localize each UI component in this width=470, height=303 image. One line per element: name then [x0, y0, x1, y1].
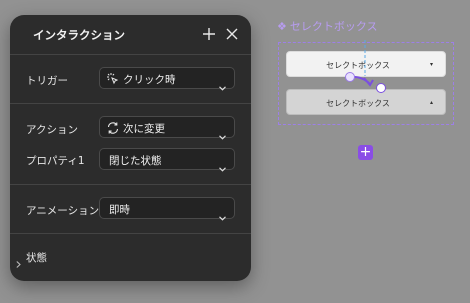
action-label: アクション: [26, 124, 78, 136]
chevron-down-icon: [219, 157, 226, 172]
state-section-toggle[interactable]: 状態: [10, 245, 251, 269]
property-select[interactable]: 閉じた状態: [99, 148, 235, 172]
prototype-connection: [349, 40, 374, 87]
divider: [10, 184, 251, 185]
chevron-down-icon: [219, 125, 226, 140]
divider: [10, 233, 251, 234]
action-select[interactable]: 次に変更: [99, 116, 235, 140]
animation-value: 即時: [109, 204, 130, 216]
component-set-icon: ❖: [277, 20, 287, 33]
close-icon[interactable]: [224, 26, 240, 42]
chevron-down-icon: [219, 76, 226, 91]
action-value: 次に変更: [123, 123, 165, 135]
add-variant-button[interactable]: +: [358, 145, 373, 160]
caret-down-icon: ▾: [429, 61, 433, 68]
state-label: 状態: [26, 252, 47, 264]
trigger-value: クリック時: [123, 74, 176, 86]
connection-start-handle[interactable]: [345, 72, 355, 82]
animation-label: アニメーション: [26, 205, 100, 217]
trigger-select[interactable]: クリック時: [99, 67, 235, 91]
divider: [10, 54, 251, 55]
animation-select[interactable]: 即時: [99, 197, 235, 221]
chevron-down-icon: [219, 206, 226, 221]
click-icon: [106, 71, 120, 85]
property-label: プロパティ1: [26, 155, 85, 167]
add-icon[interactable]: [201, 26, 217, 42]
chevron-right-icon: [16, 253, 21, 272]
frame-label[interactable]: ❖ セレクトボックス: [277, 18, 378, 34]
connection-end-handle[interactable]: [376, 83, 386, 93]
interaction-panel: インタラクション トリガー クリック時 アクション 次に変更 プロパティ1 閉じ…: [10, 15, 251, 281]
trigger-label: トリガー: [26, 75, 68, 87]
property-value: 閉じた状態: [109, 155, 162, 167]
divider: [10, 103, 251, 104]
frame-name: セレクトボックス: [289, 20, 378, 33]
panel-header: インタラクション: [10, 15, 251, 53]
caret-up-icon: ▴: [429, 99, 433, 106]
swap-icon: [106, 120, 120, 134]
panel-title: インタラクション: [33, 28, 125, 42]
